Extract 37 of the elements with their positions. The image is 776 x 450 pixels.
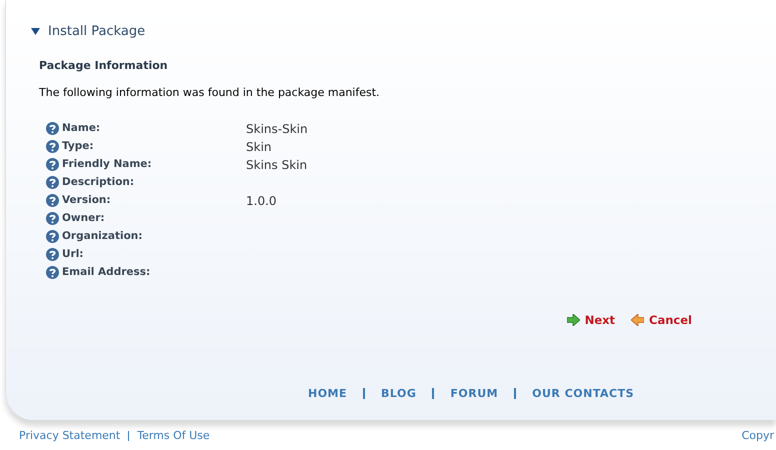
field-label: Email Address:: [62, 264, 150, 280]
field-label: Friendly Name:: [62, 156, 152, 172]
field-value: Skins Skin: [246, 156, 308, 174]
field-label: Description:: [62, 174, 134, 190]
help-icon[interactable]: [46, 140, 59, 153]
field-label: Url:: [62, 246, 84, 262]
nav-link[interactable]: BLOG: [381, 386, 416, 402]
nav-link[interactable]: HOME: [308, 386, 348, 402]
intro-text: The following information was found in the package manifest.: [38, 85, 381, 101]
field-value: Skin: [246, 138, 272, 156]
help-icon[interactable]: [46, 212, 59, 225]
next-link[interactable]: Next: [566, 312, 616, 329]
help-icon[interactable]: [46, 194, 59, 207]
right-arrow-icon: [566, 314, 580, 326]
section-title[interactable]: Install Package: [48, 22, 146, 42]
cancel-link[interactable]: Cancel: [631, 312, 692, 329]
field-value: 1.0.0: [246, 192, 277, 210]
nav-link[interactable]: FORUM: [450, 386, 498, 402]
help-icon[interactable]: [46, 158, 59, 171]
expand-triangle-icon[interactable]: [31, 28, 40, 36]
help-icon[interactable]: [46, 248, 59, 261]
help-icon[interactable]: [46, 230, 59, 243]
field-label: Version:: [62, 192, 111, 208]
footer-link[interactable]: Privacy Statement: [19, 430, 120, 441]
field-label: Owner:: [62, 210, 105, 226]
nav-link[interactable]: OUR CONTACTS: [532, 386, 634, 402]
field-label: Name:: [62, 120, 100, 136]
field-value: Skins-Skin: [246, 120, 308, 138]
field-label: Type:: [62, 138, 94, 154]
footer-link[interactable]: Terms Of Use: [137, 430, 210, 441]
help-icon[interactable]: [46, 122, 59, 135]
section-heading: Package Information: [38, 58, 169, 74]
help-icon[interactable]: [46, 266, 59, 279]
field-label: Organization:: [62, 228, 142, 244]
left-arrow-icon: [631, 314, 644, 326]
help-icon[interactable]: [46, 176, 59, 189]
copyright-text: Copyr: [742, 430, 775, 441]
